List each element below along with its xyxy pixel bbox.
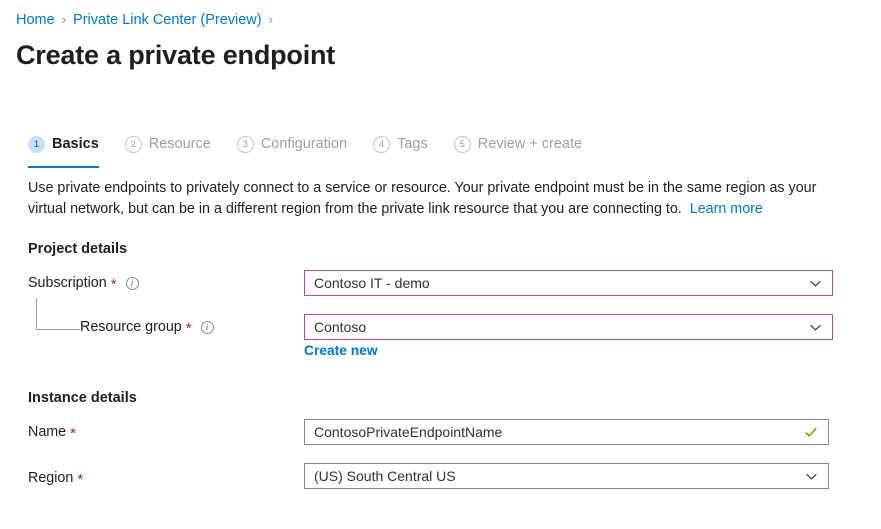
info-icon[interactable]: i bbox=[201, 321, 214, 334]
info-icon[interactable]: i bbox=[126, 277, 139, 290]
required-asterisk: * bbox=[111, 277, 117, 292]
name-value: ContosoPrivateEndpointName bbox=[314, 424, 804, 440]
required-asterisk: * bbox=[186, 321, 192, 336]
region-label: Region * bbox=[28, 470, 83, 486]
resource-group-label-text: Resource group bbox=[80, 319, 182, 335]
valid-check-icon bbox=[804, 425, 818, 439]
section-heading-instance-details: Instance details bbox=[28, 390, 137, 406]
subscription-label: Subscription * i bbox=[28, 275, 139, 291]
resource-group-dropdown[interactable]: Contoso bbox=[304, 314, 833, 340]
section-heading-project-details: Project details bbox=[28, 241, 127, 257]
required-asterisk: * bbox=[70, 426, 76, 441]
create-new-resource-group-link[interactable]: Create new bbox=[304, 343, 378, 358]
tab-active-underline bbox=[28, 166, 99, 168]
page-description: Use private endpoints to privately conne… bbox=[28, 178, 823, 220]
region-dropdown[interactable]: (US) South Central US bbox=[304, 463, 829, 489]
tab-label: Resource bbox=[149, 136, 211, 152]
chevron-down-icon bbox=[805, 470, 818, 483]
region-label-text: Region bbox=[28, 470, 73, 486]
name-input[interactable]: ContosoPrivateEndpointName bbox=[304, 419, 829, 445]
chevron-down-icon bbox=[809, 277, 822, 290]
tab-resource[interactable]: 2 Resource bbox=[125, 132, 211, 166]
tab-label: Configuration bbox=[261, 136, 347, 152]
resource-group-label: Resource group * i bbox=[80, 319, 214, 335]
region-value: (US) South Central US bbox=[314, 468, 805, 484]
subscription-dropdown[interactable]: Contoso IT - demo bbox=[304, 270, 833, 296]
chevron-down-icon bbox=[809, 321, 822, 334]
tab-basics[interactable]: 1 Basics bbox=[28, 132, 99, 166]
tab-step-number: 4 bbox=[373, 136, 390, 153]
name-label-text: Name bbox=[28, 424, 66, 440]
breadcrumb-separator-icon: › bbox=[62, 11, 66, 29]
wizard-tabs: 1 Basics 2 Resource 3 Configuration 4 Ta… bbox=[28, 132, 608, 166]
tab-label: Basics bbox=[52, 136, 99, 152]
breadcrumb-item-home[interactable]: Home bbox=[16, 11, 55, 29]
resource-group-tree-connector-icon bbox=[36, 298, 80, 330]
tab-step-number: 1 bbox=[28, 136, 45, 153]
tab-step-number: 5 bbox=[454, 136, 471, 153]
tab-label: Tags bbox=[397, 136, 428, 152]
resource-group-value: Contoso bbox=[314, 319, 809, 335]
tab-label: Review + create bbox=[478, 136, 582, 152]
breadcrumb: Home › Private Link Center (Preview) › bbox=[16, 11, 280, 29]
subscription-value: Contoso IT - demo bbox=[314, 275, 809, 291]
page-title: Create a private endpoint bbox=[16, 40, 335, 71]
breadcrumb-separator-icon: › bbox=[269, 11, 273, 29]
learn-more-link[interactable]: Learn more bbox=[690, 201, 763, 217]
tab-review-create[interactable]: 5 Review + create bbox=[454, 132, 582, 166]
tab-configuration[interactable]: 3 Configuration bbox=[237, 132, 347, 166]
name-label: Name * bbox=[28, 424, 76, 440]
tab-step-number: 2 bbox=[125, 136, 142, 153]
subscription-label-text: Subscription bbox=[28, 275, 107, 291]
tab-step-number: 3 bbox=[237, 136, 254, 153]
tab-tags[interactable]: 4 Tags bbox=[373, 132, 428, 166]
required-asterisk: * bbox=[77, 472, 83, 487]
breadcrumb-item-private-link-center[interactable]: Private Link Center (Preview) bbox=[73, 11, 262, 29]
